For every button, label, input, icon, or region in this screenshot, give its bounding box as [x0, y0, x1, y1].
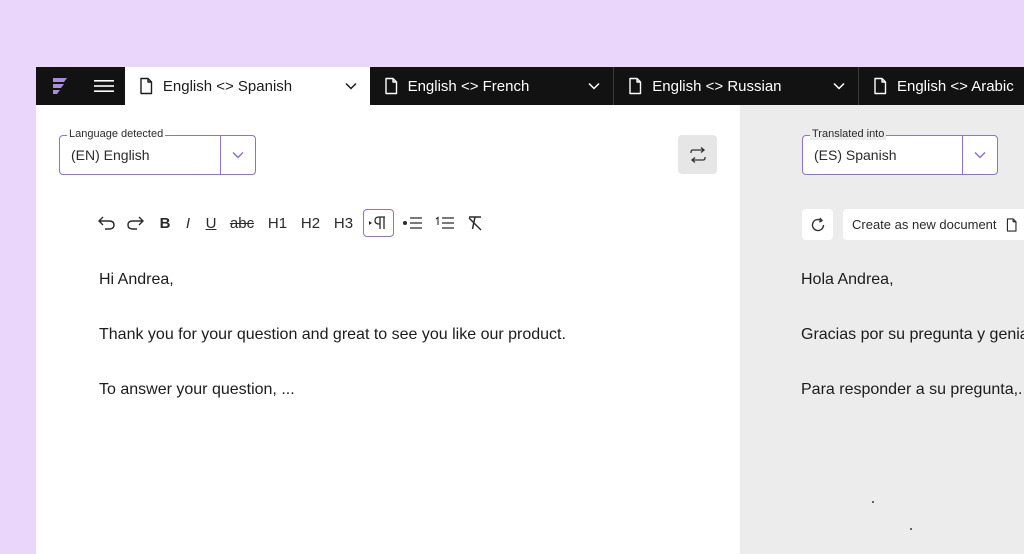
swap-languages-button[interactable] — [678, 135, 717, 174]
source-text-line[interactable]: Hi Andrea, — [99, 271, 174, 289]
underline-button[interactable]: U — [202, 209, 220, 237]
tab-label: English <> Spanish — [162, 77, 293, 95]
chevron-down-icon[interactable] — [344, 79, 358, 93]
logo-icon — [52, 78, 67, 94]
translated-text-line[interactable]: Para responder a su pregunta,... — [801, 381, 1024, 399]
bullet-list-button[interactable] — [400, 209, 426, 237]
tab-english-arabic[interactable]: English <> Arabic — [859, 67, 1024, 105]
tab-english-russian[interactable]: English <> Russian — [614, 67, 859, 105]
clear-format-icon — [468, 216, 482, 231]
tab-label: English <> French — [407, 77, 530, 95]
heading3-button[interactable]: H3 — [330, 209, 357, 237]
strikethrough-button[interactable]: abc — [226, 209, 258, 237]
document-icon — [1006, 217, 1017, 232]
tab-label: English <> Russian — [652, 77, 782, 95]
paragraph-icon — [368, 216, 385, 229]
formatting-toolbar: B I U abc H1 H2 H3 — [96, 209, 492, 237]
document-icon — [629, 77, 642, 95]
top-bar: English <> Spanish English <> French Eng… — [36, 67, 1024, 105]
source-language-value: (EN) English — [71, 147, 150, 163]
document-icon — [140, 77, 153, 95]
bullet-list-icon — [403, 217, 422, 229]
source-text-line[interactable]: To answer your question, ... — [99, 381, 295, 399]
target-language-select[interactable]: Translated into (ES) Spanish — [802, 128, 998, 175]
chevron-down-icon[interactable] — [587, 79, 601, 93]
source-language-select[interactable]: Language detected (EN) English — [59, 128, 256, 175]
paragraph-button[interactable] — [363, 209, 394, 237]
tab-english-spanish[interactable]: English <> Spanish — [124, 67, 370, 105]
app-window: English <> Spanish English <> French Eng… — [36, 67, 1024, 554]
target-language-value: (ES) Spanish — [814, 147, 897, 163]
undo-icon — [98, 216, 115, 230]
decorative-dot — [872, 501, 874, 503]
tab-label: English <> Arabic — [896, 77, 1014, 95]
source-pane: Language detected (EN) English B I U abc… — [36, 105, 740, 554]
italic-button[interactable]: I — [180, 209, 196, 237]
document-icon — [874, 77, 887, 95]
redo-icon — [127, 216, 144, 230]
heading2-button[interactable]: H2 — [297, 209, 324, 237]
swap-icon — [689, 146, 706, 163]
undo-button[interactable] — [96, 209, 118, 237]
clear-format-button[interactable] — [464, 209, 486, 237]
redo-button[interactable] — [124, 209, 146, 237]
target-language-dropdown[interactable] — [963, 148, 997, 162]
source-text-line[interactable]: Thank you for your question and great to… — [99, 326, 566, 344]
chevron-down-icon — [232, 151, 244, 159]
decorative-dot — [910, 528, 912, 530]
translated-text-line[interactable]: Hola Andrea, — [801, 271, 894, 289]
heading1-button[interactable]: H1 — [264, 209, 291, 237]
hamburger-icon — [94, 80, 115, 92]
source-language-legend: Language detected — [67, 128, 166, 140]
chevron-down-icon — [974, 151, 986, 159]
numbered-list-icon — [435, 216, 454, 229]
translated-text-line[interactable]: Gracias por su pregunta y genial — [801, 326, 1024, 344]
translation-pane: Translated into (ES) Spanish Create as n… — [740, 105, 1024, 554]
app-logo[interactable] — [36, 67, 84, 105]
refresh-icon — [811, 217, 824, 231]
numbered-list-button[interactable] — [432, 209, 458, 237]
chevron-down-icon[interactable] — [832, 79, 846, 93]
create-new-document-button[interactable]: Create as new document — [843, 209, 1024, 240]
hamburger-menu-button[interactable] — [84, 67, 125, 105]
retranslate-button[interactable] — [802, 209, 833, 240]
bold-button[interactable]: B — [156, 209, 174, 237]
document-icon — [384, 77, 397, 95]
target-language-legend: Translated into — [810, 128, 887, 140]
source-language-dropdown[interactable] — [221, 148, 255, 162]
tab-english-french[interactable]: English <> French — [370, 67, 615, 105]
create-new-document-label: Create as new document — [852, 217, 997, 232]
